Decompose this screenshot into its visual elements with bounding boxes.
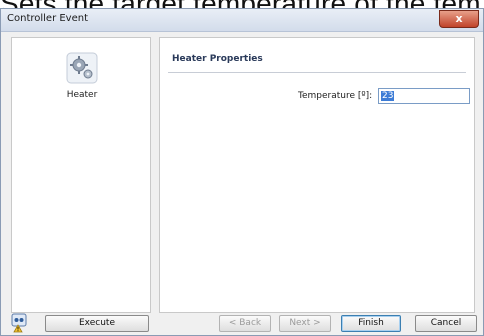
cancel-button[interactable]: Cancel <box>415 315 477 332</box>
properties-panel: Heater Properties Temperature [º]: 23 <box>159 37 475 313</box>
finish-button[interactable]: Finish <box>341 315 401 332</box>
back-button[interactable]: < Back <box>219 315 271 332</box>
close-button[interactable]: x <box>439 10 479 28</box>
dialog-footer: Execute < Back Next > Finish Cancel <box>1 313 483 335</box>
next-button[interactable]: Next > <box>279 315 331 332</box>
temperature-input[interactable]: 23 <box>378 88 470 104</box>
execute-button[interactable]: Execute <box>45 315 149 332</box>
controller-event-dialog: Controller Event x Heater Heater Propert… <box>0 8 484 336</box>
section-title: Heater Properties <box>172 54 263 64</box>
temperature-label: Temperature [º]: <box>298 91 373 101</box>
warning-robot-icon[interactable] <box>9 313 29 333</box>
list-item-heater[interactable]: Heater <box>58 52 106 112</box>
temperature-value: 23 <box>381 91 395 101</box>
close-icon: x <box>455 12 463 25</box>
event-list-panel: Heater <box>11 37 151 313</box>
window-title: Controller Event <box>7 13 89 24</box>
list-item-label: Heater <box>66 90 98 100</box>
title-bar[interactable]: Controller Event x <box>1 9 483 32</box>
section-divider <box>168 72 466 73</box>
gears-icon <box>66 52 98 84</box>
